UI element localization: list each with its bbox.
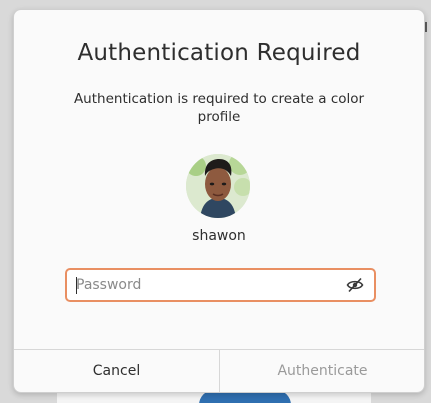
dialog-message: Authentication is required to create a c… [73, 91, 365, 125]
dialog-footer: Cancel Authenticate [14, 349, 424, 392]
password-field[interactable]: Password [65, 268, 376, 302]
authenticate-button[interactable]: Authenticate [219, 350, 424, 392]
username-label: shawon [192, 228, 246, 244]
authentication-dialog: Authentication Required Authentication i… [13, 9, 425, 393]
avatar-image-icon [186, 154, 250, 218]
cancel-button[interactable]: Cancel [14, 350, 219, 392]
dialog-title: Authentication Required [77, 40, 361, 66]
reveal-password-icon[interactable] [346, 277, 364, 293]
password-placeholder: Password [76, 277, 142, 293]
background-edge [425, 22, 431, 32]
user-avatar [186, 154, 250, 218]
